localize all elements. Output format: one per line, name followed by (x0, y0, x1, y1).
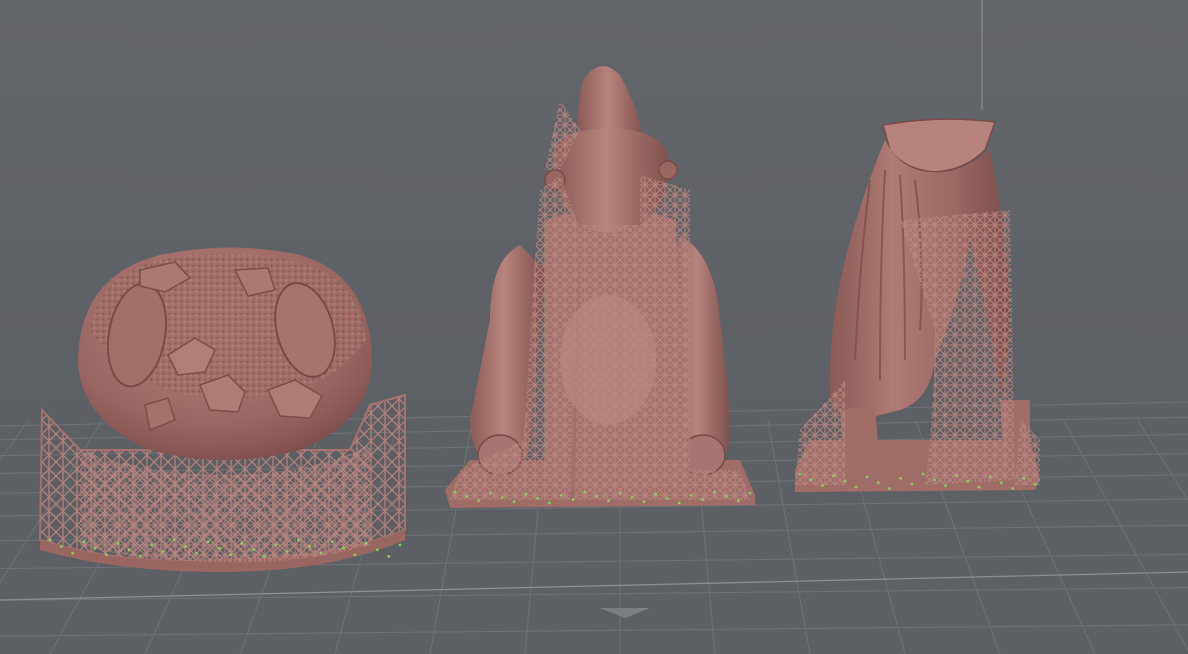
support-contact-point (1022, 477, 1026, 480)
support-contact-point (387, 555, 391, 558)
support-contact-point (932, 478, 936, 482)
support-contact-point (184, 545, 187, 548)
support-contact-point (297, 538, 300, 542)
support-contact-point (240, 541, 244, 545)
3d-viewport[interactable] (0, 0, 1188, 654)
support-contact-point (150, 543, 154, 547)
left-leg (840, 405, 880, 475)
support-contact-point (910, 482, 914, 486)
support-contact-point (821, 484, 824, 487)
support-contact-point (477, 499, 480, 503)
support-contact-point (127, 548, 131, 552)
support-contact-point (319, 551, 323, 555)
support-contact-point (955, 474, 959, 477)
support-contact-point (944, 484, 947, 487)
support-contact-point (251, 548, 255, 552)
support-contact-point (559, 493, 563, 497)
support-contact-point (1011, 487, 1014, 490)
support-contact-point (921, 472, 925, 476)
support-contact-point (308, 545, 312, 548)
support-contact-point (548, 501, 551, 505)
support-contact-point (489, 491, 492, 495)
support-contact-point (536, 497, 539, 500)
support-contact-point (689, 493, 693, 497)
buu-torso-model[interactable] (445, 66, 755, 508)
support-contact-point (713, 490, 716, 494)
support-contact-point (899, 477, 903, 480)
support-contact-point (654, 492, 657, 496)
support-contact-point (524, 492, 528, 496)
support-contact-point (274, 543, 278, 547)
right-ear (658, 160, 678, 180)
support-contact-point (1000, 481, 1003, 485)
support-contact-point (263, 555, 266, 558)
support-contact-point (93, 546, 97, 550)
support-contact-point (48, 538, 52, 542)
support-contact-point (500, 496, 504, 499)
support-contact-point (342, 546, 345, 550)
support-contact-point (59, 545, 63, 548)
support-contact-point (618, 491, 622, 495)
support-contact-point (677, 501, 681, 505)
support-contact-point (1033, 482, 1037, 486)
support-contact-point (888, 487, 891, 490)
support-contact-point (512, 500, 516, 504)
support-contact-point (195, 551, 199, 555)
support-contact-point (843, 479, 847, 483)
support-contact-point (583, 490, 587, 494)
support-contact-point (82, 540, 86, 543)
support-contact-point (71, 551, 74, 555)
support-contact-point (832, 474, 835, 477)
build-plate-scene[interactable] (0, 0, 1188, 654)
support-contact-point (977, 485, 981, 489)
support-contact-point (988, 475, 992, 479)
support-contact-point (229, 553, 233, 557)
support-contact-point (607, 499, 610, 503)
support-contact-point (748, 491, 752, 495)
support-contact-point (172, 538, 176, 542)
support-contact-point (376, 548, 379, 552)
support-contact-point (330, 540, 334, 543)
support-contact-point (966, 479, 970, 483)
support-contact-point (595, 495, 598, 498)
support-contact-point (865, 475, 869, 479)
support-contact-point (876, 481, 880, 485)
support-contact-point (364, 541, 368, 545)
support-contact-point (465, 495, 469, 498)
support-contact-point (453, 490, 457, 494)
support-contact-point (798, 472, 802, 476)
support-contact-point (571, 498, 575, 501)
support-contact-point (105, 553, 108, 557)
support-contact-point (218, 546, 221, 550)
support-contact-point (116, 541, 120, 545)
support-contact-point (161, 550, 165, 553)
support-contact-point (642, 500, 646, 504)
support-contact-point (138, 555, 142, 558)
support-contact-point (809, 478, 813, 482)
support-contact-point (725, 495, 728, 498)
support-contact-point (630, 496, 634, 499)
support-contact-point (666, 497, 669, 500)
support-contact-point (736, 499, 740, 503)
support-contact-point (854, 485, 858, 489)
support-contact-point (285, 550, 289, 553)
support-contact-point (398, 543, 402, 547)
support-contact-point (206, 540, 210, 543)
support-contact-point (353, 553, 357, 557)
support-contact-point (701, 498, 705, 501)
dome-base-model[interactable] (38, 247, 406, 573)
